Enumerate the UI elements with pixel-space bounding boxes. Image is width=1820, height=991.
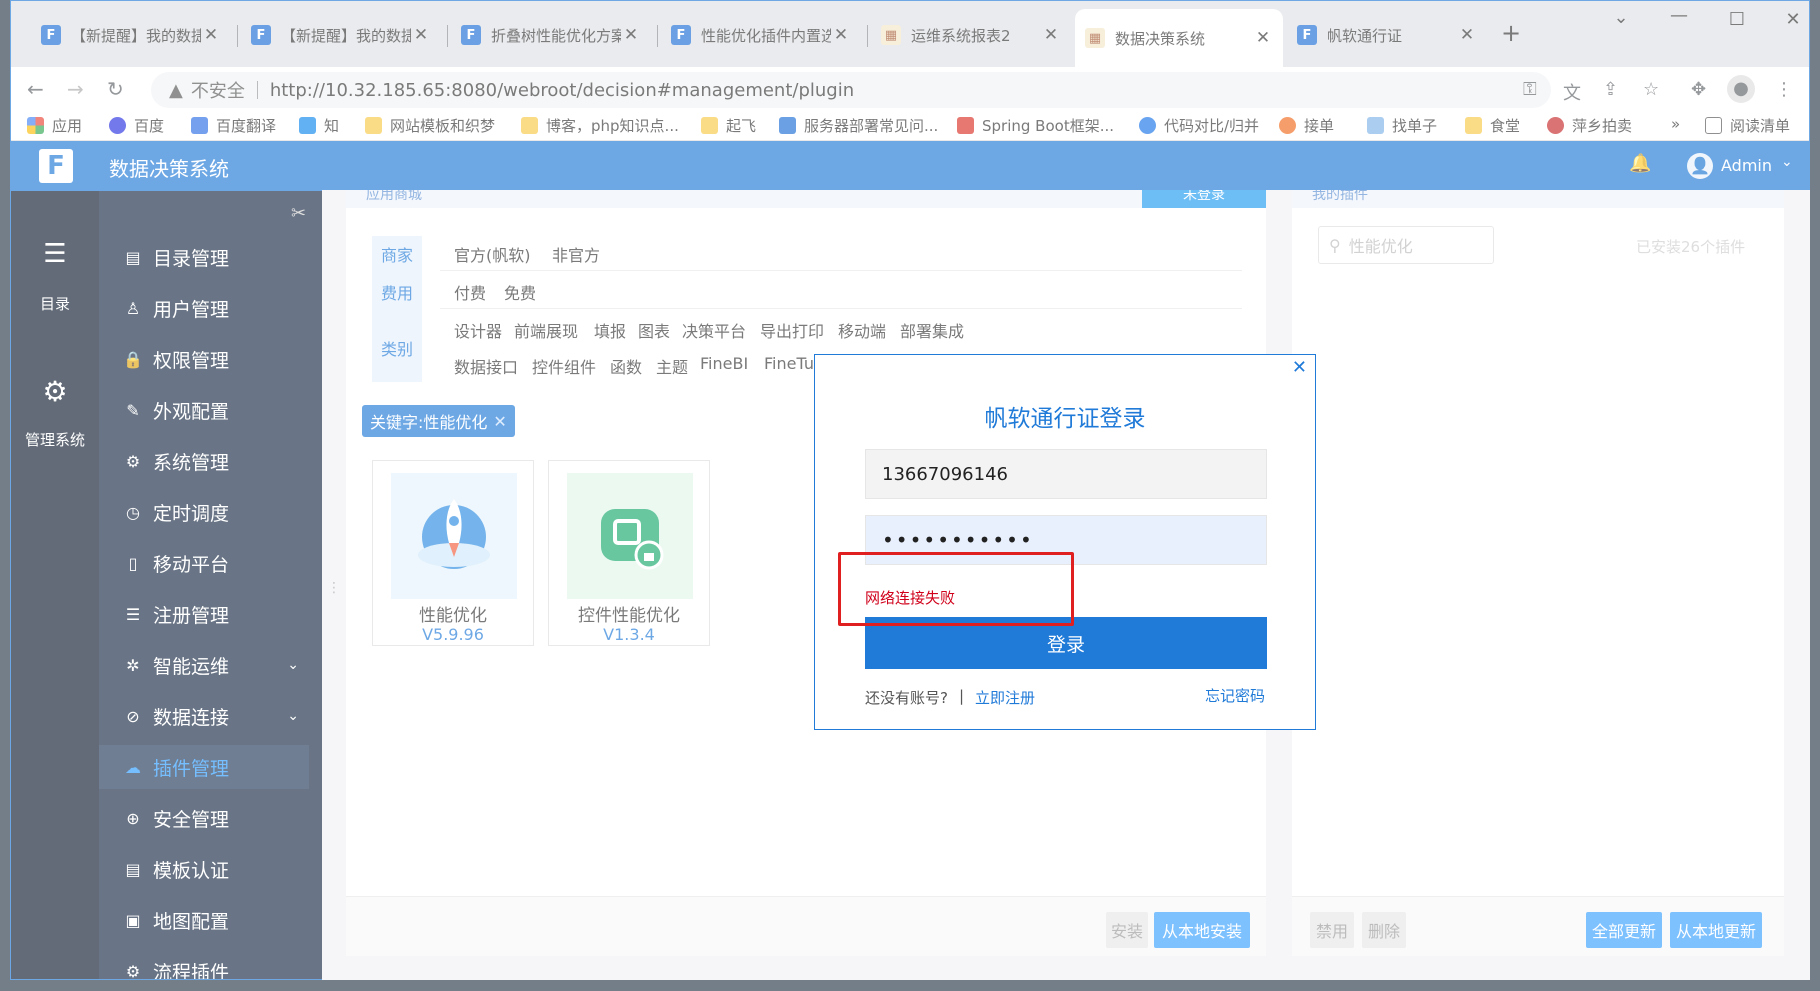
no-account-text: 还没有账号?	[865, 689, 948, 707]
annotation-highlight-box	[838, 552, 1074, 626]
register-link[interactable]: 立即注册	[975, 687, 1035, 708]
login-modal: ✕ 帆软通行证登录 13667096146 ••••••••••• 网络连接失败…	[814, 354, 1316, 730]
forgot-password-link[interactable]: 忘记密码	[1205, 685, 1265, 706]
username-field[interactable]: 13667096146	[865, 449, 1267, 499]
modal-title: 帆软通行证登录	[984, 406, 1146, 432]
modal-close-icon[interactable]: ✕	[1292, 357, 1307, 378]
